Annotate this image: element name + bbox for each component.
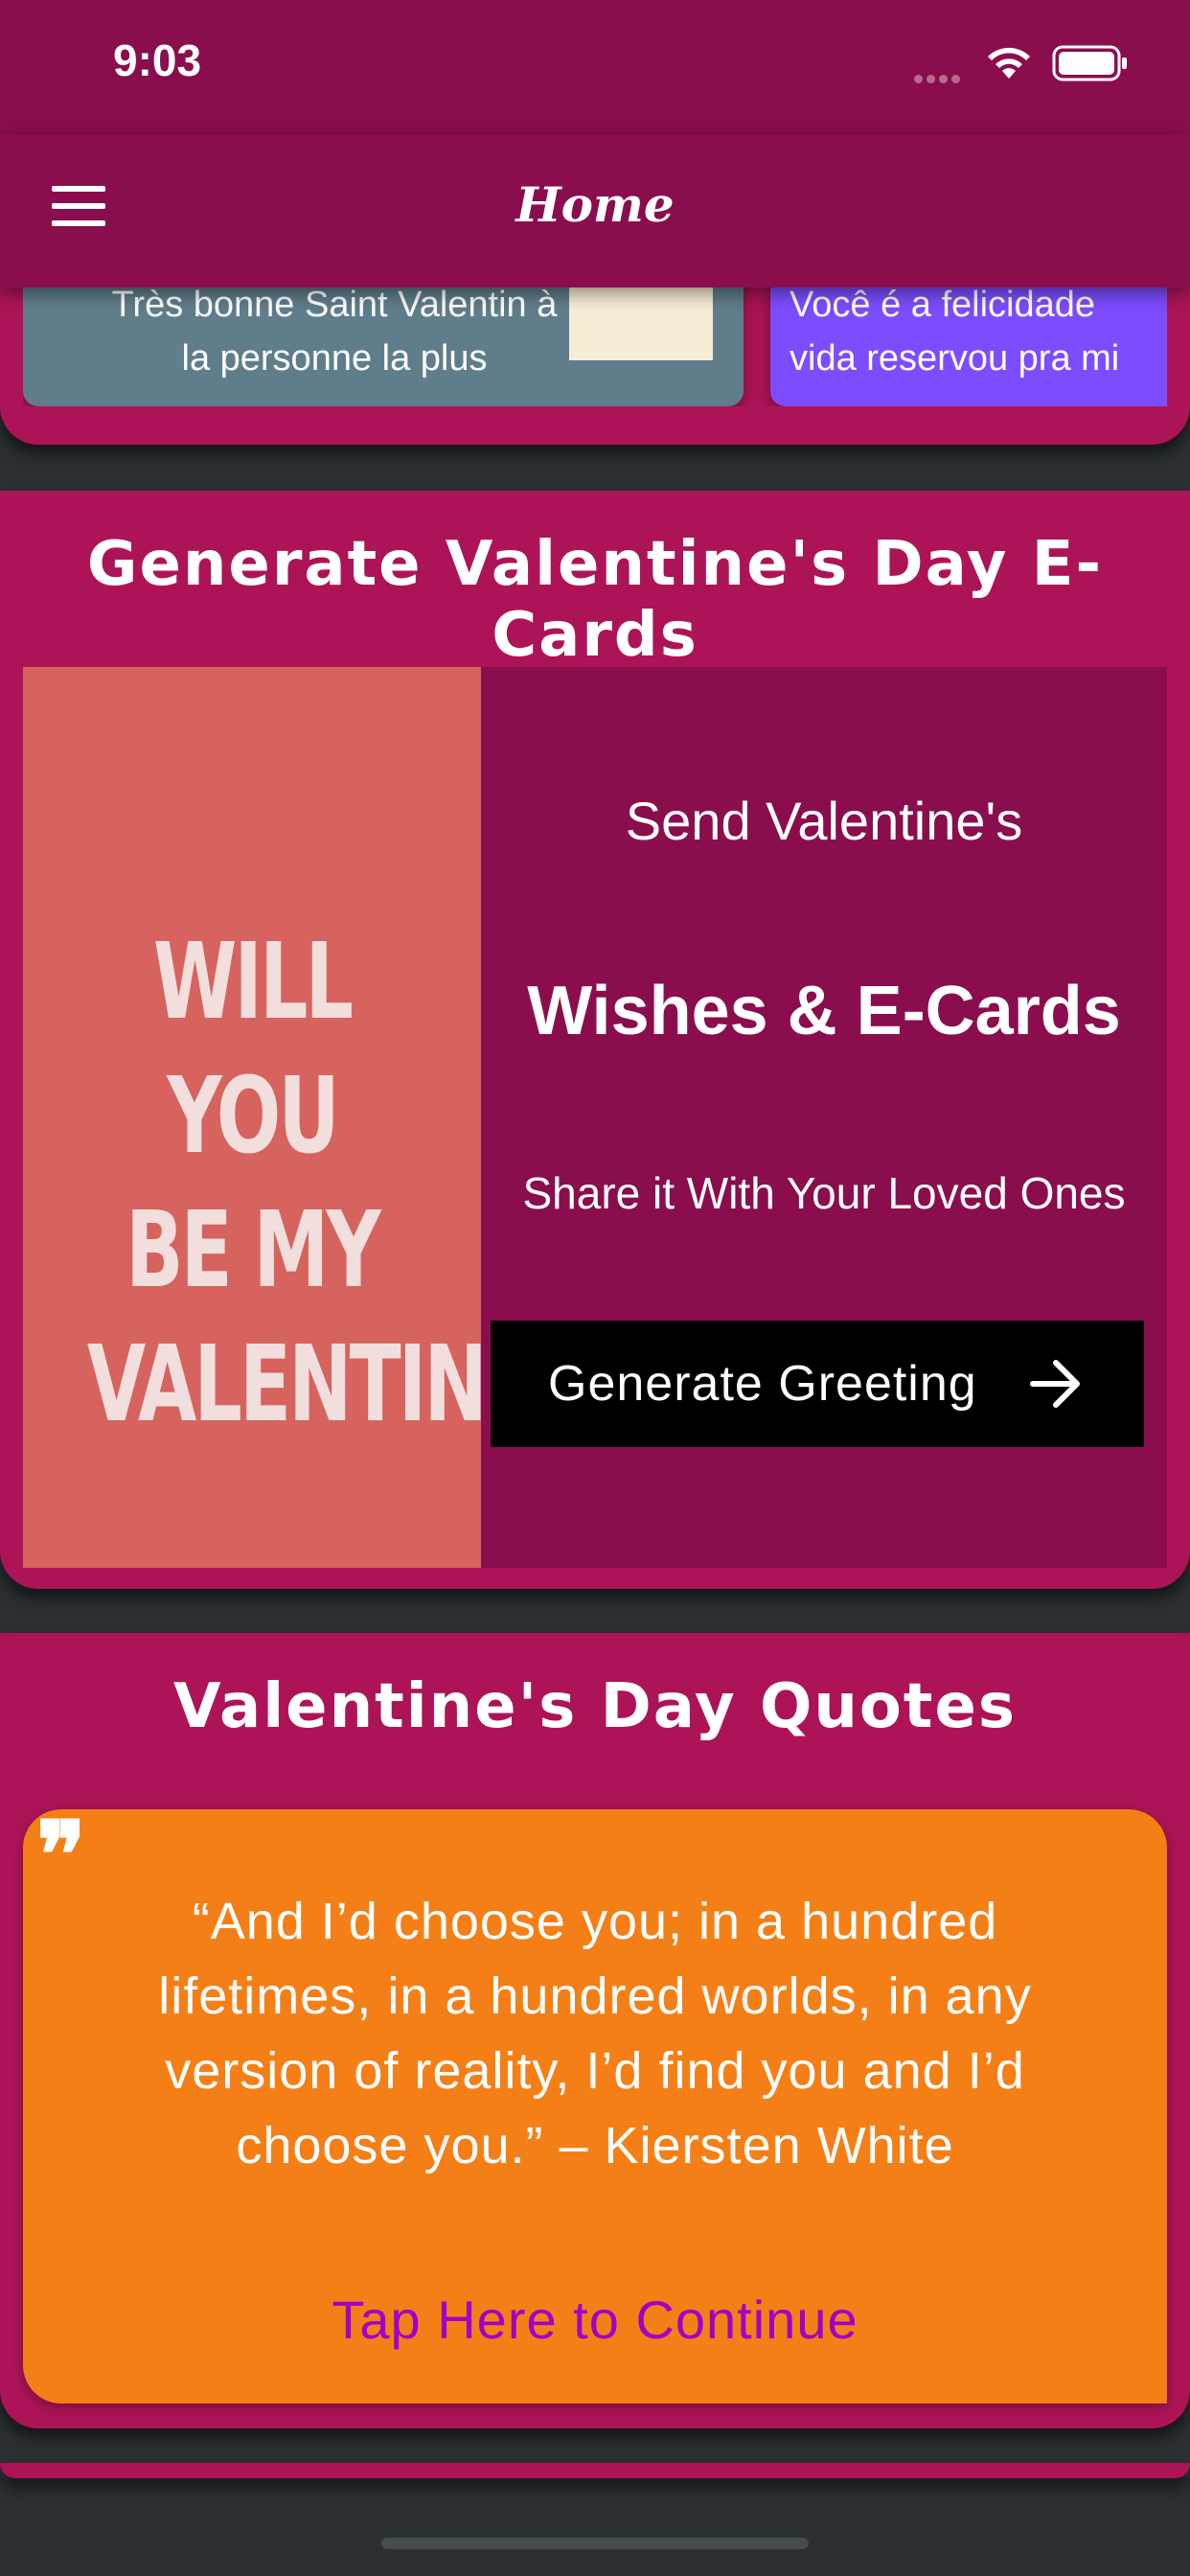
arrow-right-icon (1030, 1360, 1080, 1408)
quote-text: “And I’d choose you; in a hundred lifeti… (158, 1893, 1032, 2174)
page-title: Home (515, 176, 675, 233)
ecard-line-1: Send Valentine's (625, 791, 1023, 851)
greeting-card-text: Você é a felicidade vida reservou pra mi (790, 285, 1120, 379)
ecards-title: Generate Valentine's Day E-Cards (86, 529, 1104, 671)
quotes-section: Valentine's Day Quotes ❞ “And I’d choose… (0, 1633, 1190, 2428)
wifi-icon (988, 47, 1030, 79)
generate-greeting-label: Generate Greeting (548, 1356, 977, 1412)
signal-icon (914, 71, 964, 88)
quote-card[interactable]: ❞ “And I’d choose you; in a hundred life… (23, 1809, 1167, 2404)
next-section (0, 2463, 1190, 2478)
valentine-card-image: WILL YOU BE MY VALENTINE? (23, 667, 578, 1568)
valentine-card-image-text: WILL YOU BE MY VALENTINE? (86, 920, 578, 1445)
ecard-line-2: Wishes & E-Cards (527, 973, 1121, 1049)
ecard-panel: WILL YOU BE MY VALENTINE? Send Valentine… (23, 667, 1167, 1568)
status-time: 9:03 (113, 35, 202, 85)
status-bar: 9:03 (0, 0, 1190, 134)
generate-greeting-button[interactable]: Generate Greeting (491, 1321, 1144, 1447)
greeting-card-text: Très bonne Saint Valentin à la personne … (111, 285, 558, 379)
quotes-title: Valentine's Day Quotes (173, 1671, 1017, 1742)
home-indicator (381, 2538, 809, 2549)
ecard-line-3: Share it With Your Loved Ones (522, 1168, 1126, 1218)
battery-icon (1052, 45, 1127, 81)
ecards-section: Generate Valentine's Day E-Cards WILL YO… (0, 491, 1190, 1589)
tap-to-continue-link[interactable]: Tap Here to Continue (23, 2288, 1167, 2351)
app-header: Home (0, 134, 1190, 288)
ecard-info: Send Valentine's Wishes & E-Cards Share … (481, 667, 1167, 1568)
quote-icon: ❞ (36, 1801, 86, 1909)
